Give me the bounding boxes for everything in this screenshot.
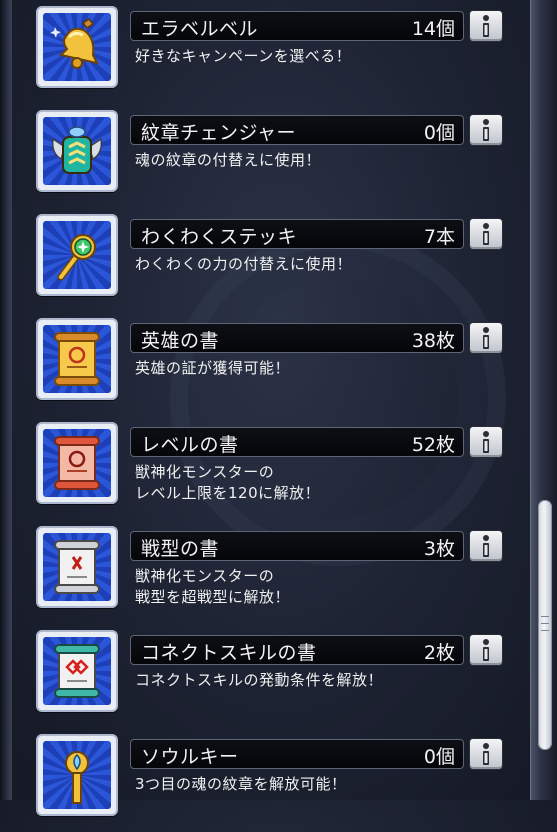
item-name-bar: ソウルキー 0個 bbox=[130, 739, 464, 769]
item-icon-frame bbox=[36, 630, 118, 712]
list-item: わくわくステッキ 7本 わくわくの力の付替えに使用！ bbox=[0, 208, 530, 312]
list-item: レベルの書 52枚 獣神化モンスターの レベル上限を120に解放！ bbox=[0, 416, 530, 520]
scroll-hero-icon bbox=[43, 325, 111, 393]
item-description: 獣神化モンスターの 戦型を超戦型に解放！ bbox=[135, 567, 291, 606]
info-button[interactable] bbox=[469, 114, 503, 146]
info-button[interactable] bbox=[469, 10, 503, 42]
info-icon bbox=[483, 743, 489, 765]
item-description: 英雄の証が獲得可能！ bbox=[135, 359, 291, 377]
info-icon bbox=[483, 535, 489, 557]
info-button[interactable] bbox=[469, 634, 503, 666]
item-description: 獣神化モンスターの レベル上限を120に解放！ bbox=[135, 463, 321, 502]
item-description: 3つ目の魂の紋章を解放可能！ bbox=[135, 775, 347, 793]
item-name: ソウルキー bbox=[141, 746, 239, 768]
scrollbar-thumb[interactable] bbox=[538, 500, 552, 750]
item-count: 2枚 bbox=[423, 642, 455, 664]
info-button[interactable] bbox=[469, 218, 503, 250]
item-icon-frame bbox=[36, 526, 118, 608]
info-button[interactable] bbox=[469, 322, 503, 354]
list-item: コネクトスキルの書 2枚 コネクトスキルの発動条件を解放！ bbox=[0, 624, 530, 728]
info-icon bbox=[483, 327, 489, 349]
list-item: ソウルキー 0個 3つ目の魂の紋章を解放可能！ bbox=[0, 728, 530, 832]
item-name: エラベルベル bbox=[141, 18, 259, 40]
scroll-connect-skill-icon bbox=[43, 637, 111, 705]
info-button[interactable] bbox=[469, 738, 503, 770]
item-description: 魂の紋章の付替えに使用！ bbox=[135, 151, 322, 169]
item-count: 7本 bbox=[423, 226, 455, 248]
info-icon bbox=[483, 431, 489, 453]
item-count: 0個 bbox=[423, 746, 455, 768]
item-name: 紋章チェンジャー bbox=[141, 122, 297, 144]
item-icon-frame bbox=[36, 214, 118, 296]
list-item: 英雄の書 38枚 英雄の証が獲得可能！ bbox=[0, 312, 530, 416]
item-name: 戦型の書 bbox=[141, 538, 220, 560]
item-name: 英雄の書 bbox=[141, 330, 220, 352]
item-name-bar: 紋章チェンジャー 0個 bbox=[130, 115, 464, 145]
item-name-bar: エラベルベル 14個 bbox=[130, 11, 464, 41]
item-name-bar: 英雄の書 38枚 bbox=[130, 323, 464, 353]
item-icon-frame bbox=[36, 6, 118, 88]
item-name: レベルの書 bbox=[141, 434, 239, 456]
info-button[interactable] bbox=[469, 530, 503, 562]
item-count: 3枚 bbox=[423, 538, 455, 560]
info-button[interactable] bbox=[469, 426, 503, 458]
item-name-bar: 戦型の書 3枚 bbox=[130, 531, 464, 561]
scrollbar-track[interactable] bbox=[530, 0, 557, 800]
info-icon bbox=[483, 223, 489, 245]
item-icon-frame bbox=[36, 422, 118, 504]
wand-icon bbox=[43, 221, 111, 289]
scroll-battle-type-icon bbox=[43, 533, 111, 601]
list-item: 紋章チェンジャー 0個 魂の紋章の付替えに使用！ bbox=[0, 104, 530, 208]
item-icon-frame bbox=[36, 318, 118, 400]
info-icon bbox=[483, 15, 489, 37]
item-name: わくわくステッキ bbox=[141, 226, 298, 248]
info-icon bbox=[483, 119, 489, 141]
item-icon-frame bbox=[36, 734, 118, 816]
scrollbar-grip-icon bbox=[541, 615, 549, 633]
bell-icon bbox=[43, 13, 111, 81]
item-count: 0個 bbox=[423, 122, 455, 144]
item-description: コネクトスキルの発動条件を解放！ bbox=[135, 671, 384, 689]
info-icon bbox=[483, 639, 489, 661]
item-name-bar: わくわくステッキ 7本 bbox=[130, 219, 464, 249]
soul-key-icon bbox=[43, 741, 111, 809]
item-name: コネクトスキルの書 bbox=[141, 642, 317, 664]
item-description: わくわくの力の付替えに使用！ bbox=[135, 255, 353, 273]
item-count: 52枚 bbox=[411, 434, 455, 456]
item-description: 好きなキャンペーンを選べる！ bbox=[135, 47, 352, 65]
list-item: エラベルベル 14個 好きなキャンペーンを選べる！ bbox=[0, 0, 530, 104]
scroll-level-icon bbox=[43, 429, 111, 497]
list-item: 戦型の書 3枚 獣神化モンスターの 戦型を超戦型に解放！ bbox=[0, 520, 530, 624]
item-count: 38枚 bbox=[411, 330, 455, 352]
emblem-changer-icon bbox=[43, 117, 111, 185]
item-count: 14個 bbox=[411, 18, 455, 40]
item-name-bar: レベルの書 52枚 bbox=[130, 427, 464, 457]
item-icon-frame bbox=[36, 110, 118, 192]
item-name-bar: コネクトスキルの書 2枚 bbox=[130, 635, 464, 665]
